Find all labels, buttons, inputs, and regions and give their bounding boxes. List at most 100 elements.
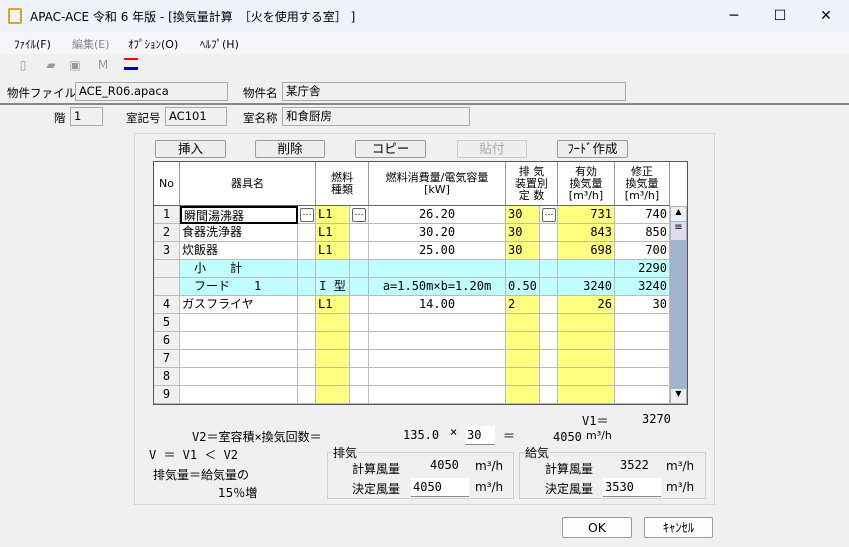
consumption-cell[interactable]	[369, 386, 506, 404]
vertical-scrollbar[interactable]: ▲ ≡ ▼	[670, 206, 687, 404]
constant-picker-cell[interactable]	[540, 296, 558, 314]
fuel-picker-cell[interactable]	[350, 296, 369, 314]
fuel-type-cell[interactable]	[316, 314, 350, 332]
close-button[interactable]: ✕	[803, 0, 849, 32]
equipment-picker-cell[interactable]	[298, 314, 316, 332]
fuel-type-cell[interactable]	[316, 260, 350, 278]
fuel-type-cell[interactable]	[316, 386, 350, 404]
maximize-button[interactable]: ☐	[757, 0, 803, 32]
fuel-type-cell[interactable]	[316, 368, 350, 386]
hood-create-button[interactable]: ﾌｰﾄﾞ作成	[557, 140, 628, 158]
air-changes-input[interactable]: 30	[465, 426, 495, 445]
equipment-name-cell[interactable]: 小 計	[180, 260, 298, 278]
fuel-type-cell[interactable]	[316, 332, 350, 350]
scroll-down-button[interactable]: ▼	[671, 389, 686, 403]
consumption-cell[interactable]	[369, 350, 506, 368]
constant-cell[interactable]	[506, 350, 540, 368]
equipment-name-cell[interactable]	[180, 368, 298, 386]
open-folder-icon[interactable]: ▰	[42, 58, 60, 76]
equipment-picker-cell[interactable]	[298, 278, 316, 296]
copy-button[interactable]: コピー	[355, 140, 426, 158]
equipment-name-cell[interactable]	[180, 314, 298, 332]
fuel-picker-cell[interactable]	[350, 332, 369, 350]
fuel-picker-cell[interactable]	[350, 224, 369, 242]
constant-picker-cell[interactable]	[540, 278, 558, 296]
scroll-thumb[interactable]: ≡	[671, 222, 686, 240]
constant-picker-cell[interactable]	[540, 350, 558, 368]
fuel-picker-cell[interactable]	[350, 350, 369, 368]
consumption-cell[interactable]	[369, 368, 506, 386]
equipment-name-cell[interactable]: ガスフライヤ	[180, 296, 298, 314]
equipment-picker-cell[interactable]	[298, 224, 316, 242]
constant-cell[interactable]	[506, 386, 540, 404]
consumption-cell[interactable]: 30.20	[369, 224, 506, 242]
constant-picker-cell[interactable]	[540, 386, 558, 404]
constant-cell[interactable]: 30	[506, 206, 540, 224]
fuel-picker-cell[interactable]	[350, 368, 369, 386]
constant-cell[interactable]: 30	[506, 242, 540, 260]
fuel-picker-cell[interactable]	[350, 260, 369, 278]
equipment-name-cell[interactable]: 食器洗浄器	[180, 224, 298, 242]
constant-cell[interactable]: 2	[506, 296, 540, 314]
fuel-picker-cell[interactable]	[350, 278, 369, 296]
constant-picker-cell[interactable]	[540, 332, 558, 350]
constant-cell[interactable]	[506, 260, 540, 278]
fuel-picker-cell[interactable]	[350, 242, 369, 260]
constant-cell[interactable]	[506, 332, 540, 350]
ellipsis-button[interactable]: …	[352, 208, 366, 222]
equipment-picker-cell[interactable]	[298, 332, 316, 350]
m-icon[interactable]: M	[94, 58, 112, 76]
equipment-name-cell[interactable]: 炊飯器	[180, 242, 298, 260]
consumption-cell[interactable]: 25.00	[369, 242, 506, 260]
equipment-name-cell[interactable]	[180, 386, 298, 404]
new-file-icon[interactable]: ▯	[14, 58, 32, 76]
consumption-cell[interactable]: a=1.50m×b=1.20m	[369, 278, 506, 296]
equipment-picker-cell[interactable]	[298, 296, 316, 314]
fuel-type-cell[interactable]: L1	[316, 224, 350, 242]
ok-button[interactable]: OK	[562, 517, 632, 538]
equipment-picker-cell[interactable]	[298, 350, 316, 368]
constant-picker-cell[interactable]	[540, 224, 558, 242]
constant-picker-cell[interactable]	[540, 242, 558, 260]
exhaust-decided-input[interactable]: 4050	[411, 478, 469, 497]
chart-icon[interactable]	[124, 58, 142, 76]
delete-button[interactable]: 削除	[255, 140, 325, 158]
fuel-picker-cell[interactable]	[350, 314, 369, 332]
equipment-picker-cell[interactable]	[298, 368, 316, 386]
minimize-button[interactable]: ─	[711, 0, 757, 32]
paste-button[interactable]: 貼付	[457, 140, 527, 158]
fuel-type-cell[interactable]: L1	[316, 206, 350, 224]
menu-edit[interactable]: 編集(E)	[72, 36, 110, 52]
equipment-grid[interactable]: No 器具名 燃料 種類 燃料消費量/電気容量 [kW] 排 気 装置別 定 数…	[153, 161, 688, 405]
consumption-cell[interactable]	[369, 314, 506, 332]
consumption-cell[interactable]: 14.00	[369, 296, 506, 314]
constant-cell[interactable]: 0.50	[506, 278, 540, 296]
consumption-cell[interactable]	[369, 260, 506, 278]
scroll-up-button[interactable]: ▲	[671, 207, 686, 221]
equipment-name-cell[interactable]: フード 1	[180, 278, 298, 296]
menu-help[interactable]: ﾍﾙﾌﾟ(H)	[200, 36, 239, 52]
equipment-picker-cell[interactable]	[298, 260, 316, 278]
fuel-type-cell[interactable]: L1	[316, 242, 350, 260]
insert-button[interactable]: 挿入	[155, 140, 226, 158]
consumption-cell[interactable]: 26.20	[369, 206, 506, 224]
save-icon[interactable]: ▣	[66, 58, 84, 76]
constant-cell[interactable]	[506, 368, 540, 386]
constant-cell[interactable]: 30	[506, 224, 540, 242]
equipment-name-cell[interactable]	[180, 332, 298, 350]
equipment-name-cell[interactable]: 瞬間湯沸器	[180, 206, 298, 224]
ellipsis-button[interactable]: …	[542, 208, 556, 222]
constant-picker-cell[interactable]	[540, 314, 558, 332]
fuel-picker-cell[interactable]	[350, 386, 369, 404]
ellipsis-button[interactable]: …	[300, 208, 314, 222]
fuel-type-cell[interactable]: L1	[316, 296, 350, 314]
menu-file[interactable]: ﾌｧｲﾙ(F)	[14, 36, 51, 52]
constant-picker-cell[interactable]	[540, 368, 558, 386]
equipment-picker-cell[interactable]	[298, 242, 316, 260]
fuel-type-cell[interactable]	[316, 350, 350, 368]
menu-options[interactable]: ｵﾌﾟｼｮﾝ(O)	[128, 36, 178, 52]
consumption-cell[interactable]	[369, 332, 506, 350]
equipment-picker-cell[interactable]	[298, 386, 316, 404]
equipment-name-cell[interactable]	[180, 350, 298, 368]
constant-cell[interactable]	[506, 314, 540, 332]
